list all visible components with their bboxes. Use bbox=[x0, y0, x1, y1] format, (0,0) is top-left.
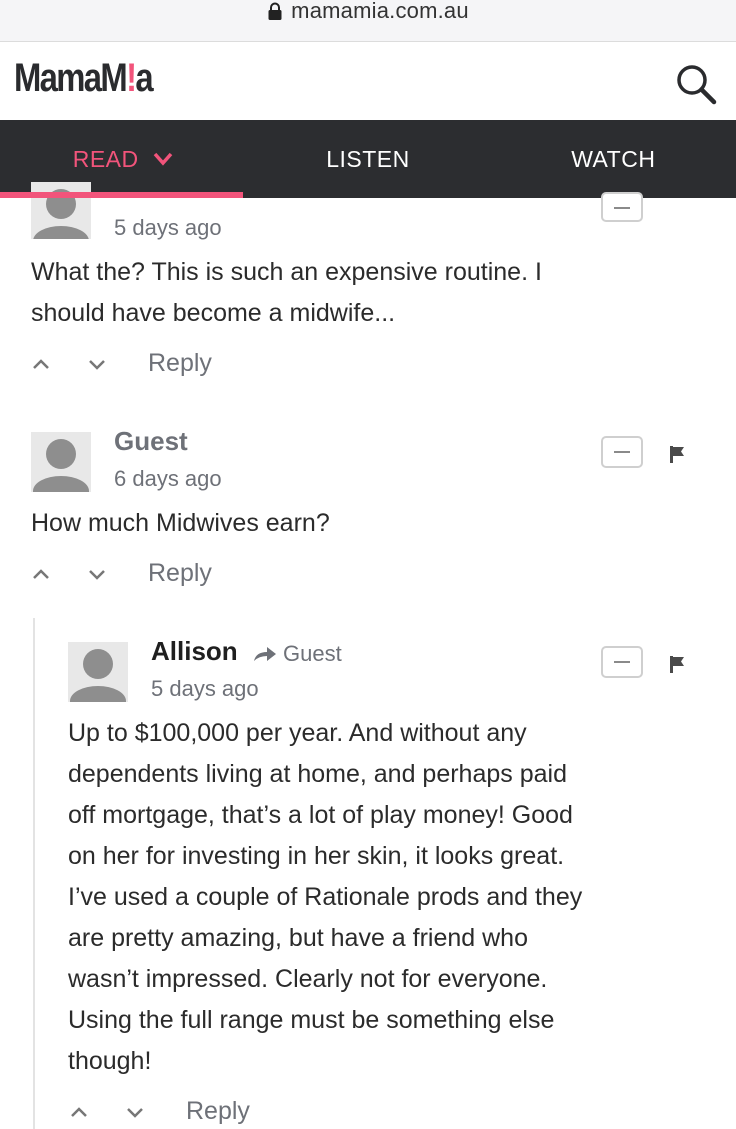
flag-icon[interactable] bbox=[668, 444, 686, 464]
reply-button[interactable]: Reply bbox=[148, 559, 212, 588]
upvote-icon[interactable] bbox=[68, 1105, 90, 1119]
comment-text: What the? This is such an expensive rout… bbox=[31, 258, 542, 327]
upvote-icon[interactable] bbox=[30, 567, 52, 581]
collapse-button[interactable] bbox=[601, 436, 643, 468]
avatar bbox=[31, 432, 91, 492]
nav-tab-label: WATCH bbox=[571, 145, 656, 172]
downvote-icon[interactable] bbox=[124, 1105, 146, 1119]
lock-icon bbox=[268, 2, 282, 20]
site-header: MamaM!a bbox=[0, 42, 736, 122]
reply-button[interactable]: Reply bbox=[186, 1097, 250, 1126]
downvote-icon[interactable] bbox=[86, 567, 108, 581]
comment-time: 6 days ago bbox=[114, 466, 222, 491]
comment-author[interactable]: Allison bbox=[151, 636, 238, 667]
downvote-icon[interactable] bbox=[86, 357, 108, 371]
comment-text: How much Midwives earn? bbox=[31, 509, 330, 537]
nav-tab-label: LISTEN bbox=[326, 145, 410, 172]
comment-time: 5 days ago bbox=[151, 676, 259, 701]
collapse-button[interactable] bbox=[601, 192, 643, 222]
comment-time: 5 days ago bbox=[114, 215, 222, 240]
upvote-icon[interactable] bbox=[30, 357, 52, 371]
reply-button[interactable]: Reply bbox=[148, 349, 212, 378]
nav-tab-watch[interactable]: WATCH bbox=[491, 120, 736, 198]
url-text: mamamia.com.au bbox=[291, 0, 469, 23]
arrow-right-icon bbox=[254, 647, 276, 661]
nav-tab-label: READ bbox=[72, 145, 139, 172]
comment-text: Up to $100,000 per year. And without any… bbox=[68, 719, 583, 1075]
site-logo[interactable]: MamaM!a bbox=[14, 56, 154, 101]
browser-url-bar[interactable]: mamamia.com.au bbox=[0, 0, 736, 42]
collapse-button[interactable] bbox=[601, 646, 643, 678]
nav-tab-listen[interactable]: LISTEN bbox=[245, 120, 490, 198]
active-tab-indicator bbox=[0, 192, 243, 198]
thread-line bbox=[33, 618, 35, 1129]
avatar bbox=[68, 642, 128, 702]
chevron-down-icon bbox=[153, 152, 172, 166]
reply-to: Guest bbox=[253, 641, 342, 667]
search-icon[interactable] bbox=[674, 62, 718, 106]
comment-author[interactable]: Guest bbox=[114, 426, 188, 457]
flag-icon[interactable] bbox=[668, 654, 686, 674]
reply-to-author[interactable]: Guest bbox=[283, 641, 342, 667]
main-nav: READ LISTEN WATCH bbox=[0, 120, 736, 198]
avatar bbox=[31, 182, 91, 239]
